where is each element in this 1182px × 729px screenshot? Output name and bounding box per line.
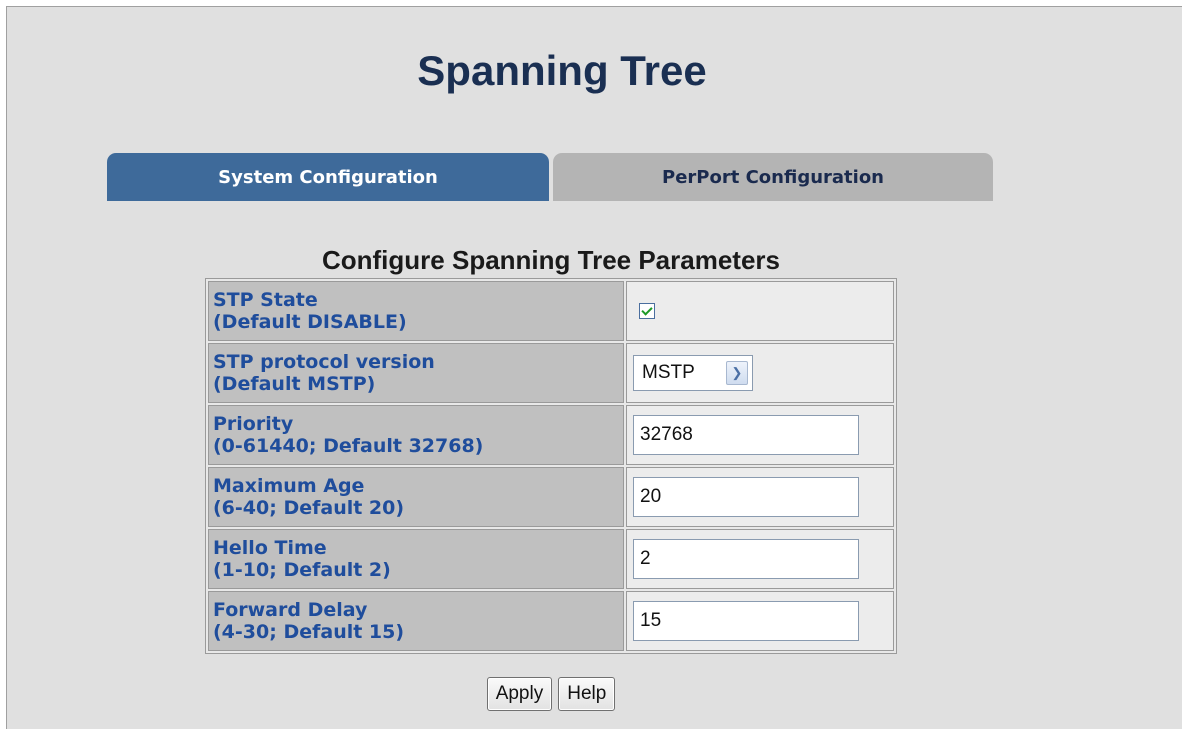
protocol-select[interactable]: MSTP ❯ [633,355,753,391]
content-frame: Spanning Tree System Configuration PerPo… [6,6,1182,729]
forward-delay-label: Forward Delay [213,599,368,621]
priority-label: Priority [213,413,294,435]
hello-time-value-cell [626,529,894,589]
max-age-label: Maximum Age [213,475,365,497]
forward-delay-hint: (4-30; Default 15) [213,621,405,643]
apply-button[interactable]: Apply [486,677,553,711]
table-row: Priority (0-61440; Default 32768) [208,405,894,465]
max-age-value-cell [626,467,894,527]
parameters-table: STP State (Default DISABLE) STP protocol… [205,278,897,654]
button-bar: Apply Help [7,677,1095,711]
table-row: Maximum Age (6-40; Default 20) [208,467,894,527]
table-row: Forward Delay (4-30; Default 15) [208,591,894,651]
tab-perport-configuration[interactable]: PerPort Configuration [553,153,993,201]
hello-time-input[interactable] [633,539,859,579]
forward-delay-value-cell [626,591,894,651]
stp-state-value-cell [626,281,894,341]
max-age-label-cell: Maximum Age (6-40; Default 20) [208,467,624,527]
priority-hint: (0-61440; Default 32768) [213,435,484,457]
protocol-label-cell: STP protocol version (Default MSTP) [208,343,624,403]
table-row: Hello Time (1-10; Default 2) [208,529,894,589]
hello-time-hint: (1-10; Default 2) [213,559,391,581]
stp-state-hint: (Default DISABLE) [213,311,407,333]
priority-value-cell [626,405,894,465]
stp-state-label: STP State [213,289,318,311]
table-row: STP State (Default DISABLE) [208,281,894,341]
protocol-value-cell: MSTP ❯ [626,343,894,403]
forward-delay-input[interactable] [633,601,859,641]
tab-system-configuration[interactable]: System Configuration [107,153,549,201]
help-button[interactable]: Help [558,677,616,711]
protocol-hint: (Default MSTP) [213,373,376,395]
max-age-hint: (6-40; Default 20) [213,497,405,519]
page-title: Spanning Tree [417,47,707,94]
priority-input[interactable] [633,415,859,455]
stp-state-label-cell: STP State (Default DISABLE) [208,281,624,341]
table-row: STP protocol version (Default MSTP) MSTP… [208,343,894,403]
hello-time-label: Hello Time [213,537,327,559]
stp-state-checkbox[interactable] [639,303,655,319]
section-title: Configure Spanning Tree Parameters [321,245,780,275]
forward-delay-label-cell: Forward Delay (4-30; Default 15) [208,591,624,651]
priority-label-cell: Priority (0-61440; Default 32768) [208,405,624,465]
max-age-input[interactable] [633,477,859,517]
chevron-down-icon[interactable]: ❯ [726,361,748,385]
protocol-label: STP protocol version [213,351,435,373]
hello-time-label-cell: Hello Time (1-10; Default 2) [208,529,624,589]
protocol-selected-value: MSTP [642,362,695,383]
